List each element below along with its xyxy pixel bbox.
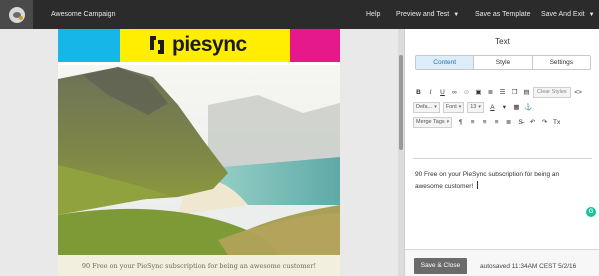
italic-icon[interactable]: I (425, 86, 436, 98)
panel-title: Text (495, 37, 510, 46)
paste-icon[interactable]: ▤ (521, 86, 532, 98)
app-logo[interactable] (0, 0, 33, 29)
align-right-icon[interactable]: ≡ (491, 116, 502, 128)
strikethrough-icon[interactable]: S̶ (515, 116, 526, 128)
toolbar-row-1: B I U ∞ ⊘ ▣ ≣ ☰ ❐ ▤ Clear Styles <> (413, 85, 595, 99)
hero-image[interactable] (58, 65, 340, 255)
save-and-close-button[interactable]: Save & Close (414, 258, 467, 274)
preview-and-test-menu[interactable]: Preview and Test ▼ (396, 11, 459, 18)
font-size-select[interactable]: 13 ▾ (467, 101, 484, 113)
unlink-icon[interactable]: ⊘ (461, 86, 472, 98)
save-and-exit-label: Save And Exit (541, 11, 585, 18)
font-size-value: 13 (470, 104, 477, 110)
source-code-icon[interactable]: <> (573, 86, 584, 98)
paragraph-icon[interactable]: ¶ (455, 116, 466, 128)
panel-tabs: Content Style Settings (415, 55, 591, 70)
grammarly-icon[interactable]: G (586, 207, 596, 217)
anchor-icon[interactable]: ⚓ (523, 101, 534, 113)
email-footer-text: 90 Free on your PieSync subscription for… (81, 261, 317, 270)
unordered-list-icon[interactable]: ☰ (497, 86, 508, 98)
editor-toolbar: B I U ∞ ⊘ ▣ ≣ ☰ ❐ ▤ Clear Styles <> Defa… (413, 85, 595, 130)
preview-and-test-label: Preview and Test (396, 11, 450, 18)
clear-styles-button[interactable]: Clear Styles (533, 86, 571, 98)
autosave-status: autosaved 11:34AM CEST 5/2/16 (480, 263, 577, 270)
copy-icon[interactable]: ❐ (509, 86, 520, 98)
chevron-down-icon: ▾ (458, 104, 462, 110)
chevron-down-icon: ▾ (446, 119, 450, 125)
align-left-icon[interactable]: ≡ (467, 116, 478, 128)
brand-logo[interactable]: piesync (146, 33, 247, 57)
font-format-select[interactable]: Font ▾ (442, 101, 465, 113)
toolbar-row-2: Defa... ▾ Font ▾ 13 ▾ A ▾ ▦ ⚓ (413, 100, 595, 114)
magenta-stripe (290, 29, 340, 62)
editor-text: 90 Free on your PieSync subscription for… (415, 171, 560, 190)
underline-icon[interactable]: U (437, 86, 448, 98)
text-cursor (477, 181, 479, 189)
save-and-exit-menu[interactable]: Save And Exit ▼ (541, 11, 595, 18)
merge-tags-label: Merge Tags (416, 119, 445, 125)
scroll-thumb[interactable] (399, 55, 403, 150)
merge-tags-select[interactable]: Merge Tags ▾ (413, 116, 453, 128)
landscape-image (58, 65, 340, 255)
editor-divider (413, 158, 592, 159)
top-bar: Awesome Campaign Help Preview and Test ▼ … (0, 0, 599, 29)
bold-icon[interactable]: B (413, 86, 424, 98)
text-block-panel: Text Content Style Settings B I U ∞ ⊘ ▣ … (404, 29, 599, 276)
piesync-logo-icon (150, 36, 164, 54)
font-family-value: Defa... (416, 104, 433, 110)
chevron-down-icon: ▼ (588, 12, 595, 18)
save-as-template-button[interactable]: Save as Template (475, 11, 531, 18)
tab-content[interactable]: Content (416, 56, 475, 69)
email-preview[interactable]: piesync 90 Free on your PieSync subscrip… (58, 29, 340, 276)
toolbar-row-3: Merge Tags ▾ ¶ ≡ ≡ ≡ ≣ S̶ ↶ ↷ Tx (413, 115, 595, 129)
text-editor[interactable]: 90 Free on your PieSync subscription for… (415, 169, 587, 193)
cyan-stripe (58, 29, 120, 62)
email-footer-band[interactable]: 90 Free on your PieSync subscription for… (58, 255, 340, 276)
link-icon[interactable]: ∞ (449, 86, 460, 98)
font-family-select[interactable]: Defa... ▾ (413, 101, 440, 113)
table-icon[interactable]: ▦ (511, 101, 522, 113)
tab-style[interactable]: Style (474, 56, 533, 69)
background-color-icon[interactable]: ▾ (499, 101, 510, 113)
text-color-icon[interactable]: A (487, 101, 498, 113)
justify-icon[interactable]: ≣ (503, 116, 514, 128)
tab-settings[interactable]: Settings (532, 56, 590, 69)
campaign-title[interactable]: Awesome Campaign (51, 11, 115, 18)
chevron-down-icon: ▾ (434, 104, 437, 110)
panel-footer: Save & Close autosaved 11:34AM CEST 5/2/… (405, 249, 599, 276)
chevron-down-icon: ▾ (478, 104, 481, 110)
image-icon[interactable]: ▣ (473, 86, 484, 98)
redo-icon[interactable]: ↷ (539, 116, 550, 128)
help-link[interactable]: Help (366, 11, 380, 18)
ordered-list-icon[interactable]: ≣ (485, 86, 496, 98)
align-center-icon[interactable]: ≡ (479, 116, 490, 128)
chevron-down-icon: ▼ (453, 12, 460, 18)
undo-icon[interactable]: ↶ (527, 116, 538, 128)
brand-name: piesync (172, 33, 247, 56)
email-canvas: piesync 90 Free on your PieSync subscrip… (0, 29, 398, 276)
font-format-value: Font (445, 104, 457, 110)
remove-format-icon[interactable]: Tx (551, 116, 562, 128)
logo-icon (8, 6, 25, 23)
